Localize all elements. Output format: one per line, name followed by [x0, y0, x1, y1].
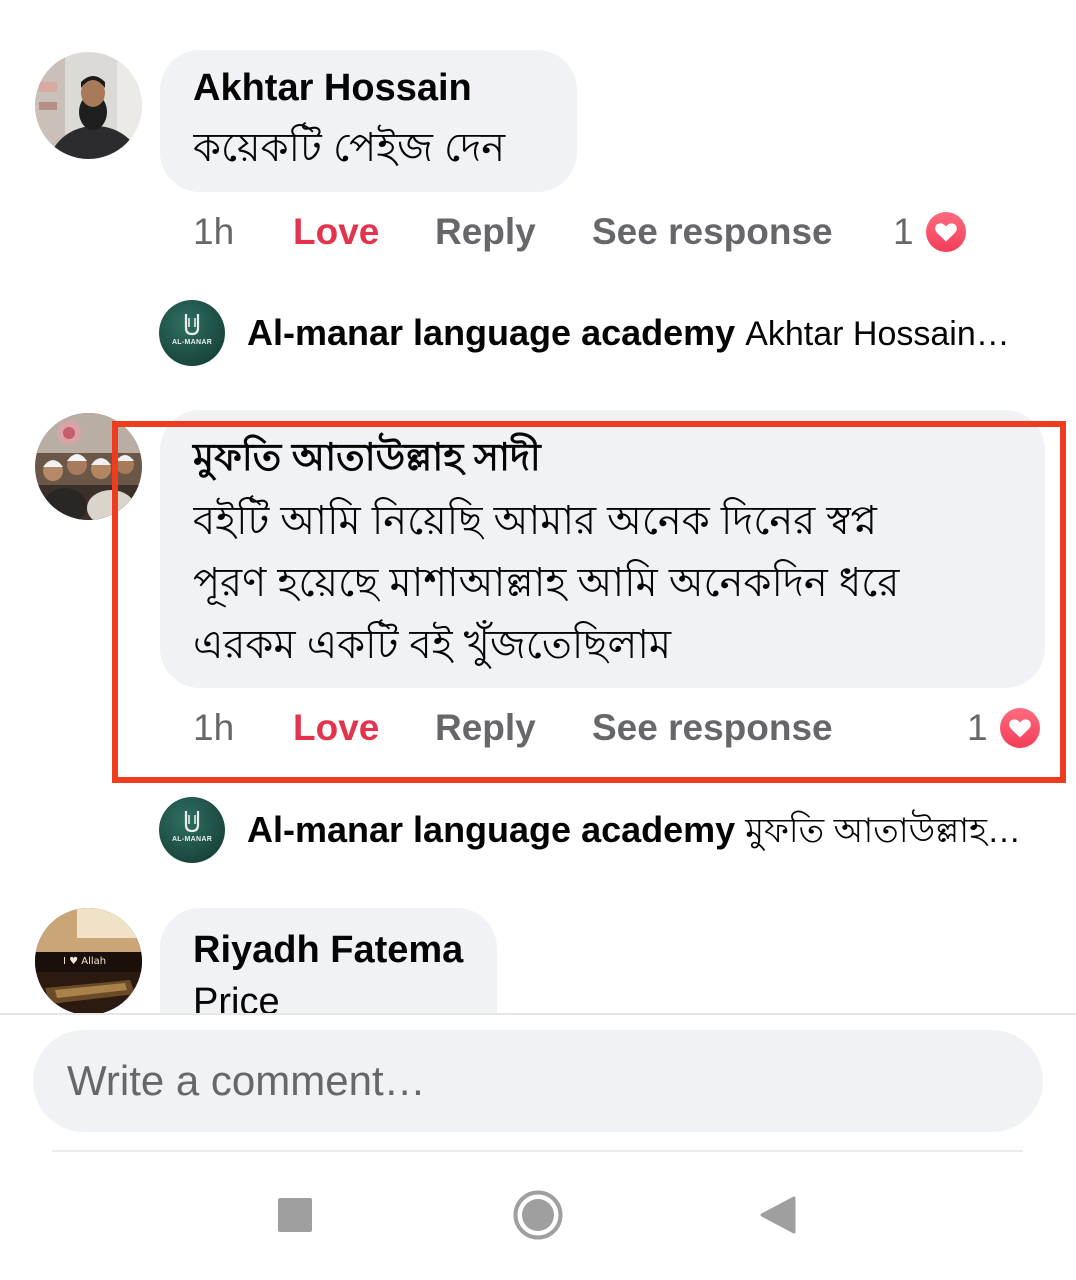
- reply-preview-line: Al-manar language academy Akhtar Hossain…: [247, 310, 1039, 356]
- reply-preview-snippet: মুফতি আতাউল্লাহ…: [745, 812, 1022, 850]
- navigation-bar: [0, 1155, 1076, 1280]
- reply-preview-avatar[interactable]: AL-MANAR: [159, 300, 225, 366]
- comment-composer[interactable]: [33, 1030, 1043, 1132]
- comment-actions: 1h Love Reply See response 1: [0, 208, 1076, 256]
- timestamp: 1h: [193, 707, 235, 748]
- comment-author[interactable]: Riyadh Fatema: [193, 928, 463, 972]
- comment-list: Akhtar Hossain কয়েকটি পেইজ দেন 1h Love …: [0, 0, 1076, 1013]
- reply-button[interactable]: Reply: [435, 208, 536, 256]
- reply-button[interactable]: Reply: [435, 704, 536, 752]
- comment-bubble: Riyadh Fatema Price: [160, 908, 497, 1013]
- see-response-button[interactable]: See response: [592, 704, 833, 752]
- avatar-caption: I ♥ Allah: [63, 956, 107, 967]
- avatar[interactable]: [35, 52, 142, 159]
- comment-actions: 1h Love Reply See response 1: [0, 704, 1076, 752]
- avatar[interactable]: [35, 413, 142, 520]
- love-button[interactable]: Love: [293, 704, 379, 752]
- brand-logo-text: AL-MANAR: [171, 339, 213, 346]
- back-button[interactable]: [745, 1182, 811, 1248]
- divider: [0, 1013, 1076, 1015]
- reaction-summary[interactable]: 1: [893, 208, 973, 256]
- comment-author[interactable]: মুফতি আতাউল্লাহ সাদী: [193, 436, 541, 480]
- reaction-count: 1: [967, 707, 988, 748]
- comment-text: Price: [193, 981, 280, 1013]
- love-reaction-icon: [997, 705, 1043, 751]
- reply-preview[interactable]: AL-MANAR Al-manar language academy মুফতি …: [159, 797, 1049, 863]
- brand-logo-text: AL-MANAR: [171, 836, 213, 843]
- comment-input[interactable]: [67, 1030, 1007, 1132]
- comments-screen: Akhtar Hossain কয়েকটি পেইজ দেন 1h Love …: [0, 0, 1076, 1280]
- comment-bubble: মুফতি আতাউল্লাহ সাদী বইটি আমি নিয়েছি আম…: [160, 410, 1045, 688]
- divider: [52, 1150, 1023, 1152]
- recents-button[interactable]: [262, 1182, 328, 1248]
- reply-preview[interactable]: AL-MANAR Al-manar language academy Akhtar…: [159, 300, 1049, 366]
- love-button[interactable]: Love: [293, 208, 379, 256]
- reply-preview-author[interactable]: Al-manar language academy: [247, 809, 735, 850]
- comment-text-line: এরকম একটি বই খুঁজতেছিলাম: [193, 623, 672, 667]
- comment-author[interactable]: Akhtar Hossain: [193, 66, 472, 110]
- comment-text: কয়েকটি পেইজ দেন: [193, 126, 506, 170]
- see-response-button[interactable]: See response: [592, 208, 833, 256]
- square-icon: [278, 1198, 312, 1232]
- love-reaction-icon: [923, 209, 969, 255]
- home-button[interactable]: [505, 1182, 571, 1248]
- circle-icon: [513, 1190, 563, 1240]
- comment-text-line: বইটি আমি নিয়েছি আমার অনেক দিনের স্বপ্ন: [193, 499, 878, 543]
- timestamp: 1h: [193, 211, 235, 252]
- back-triangle-icon: [760, 1196, 796, 1234]
- reply-preview-line: Al-manar language academy মুফতি আতাউল্লাহ…: [247, 807, 1039, 853]
- reply-preview-snippet: Akhtar Hossain…: [745, 315, 1010, 353]
- reply-preview-author[interactable]: Al-manar language academy: [247, 312, 735, 353]
- reaction-count: 1: [893, 211, 914, 252]
- reply-preview-avatar[interactable]: AL-MANAR: [159, 797, 225, 863]
- avatar[interactable]: I ♥ Allah: [35, 908, 142, 1013]
- comment-text-line: পূরণ হয়েছে মাশাআল্লাহ আমি অনেকদিন ধরে: [193, 561, 900, 605]
- reaction-summary[interactable]: 1: [967, 704, 1047, 752]
- comment-bubble: Akhtar Hossain কয়েকটি পেইজ দেন: [160, 50, 577, 192]
